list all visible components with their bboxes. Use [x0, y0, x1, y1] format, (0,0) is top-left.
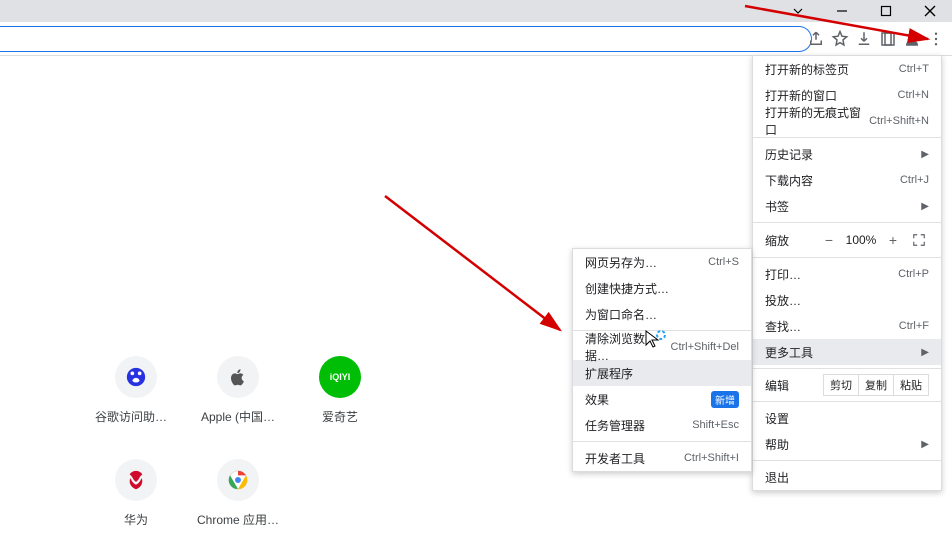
submenu-save-page[interactable]: 网页另存为…Ctrl+S — [573, 249, 751, 275]
reading-list-icon[interactable] — [878, 29, 898, 49]
shortcut-item[interactable]: 谷歌访问助手… — [100, 356, 172, 425]
shortcut-item[interactable]: iQIYI 爱奇艺 — [304, 356, 376, 425]
dropdown-v-button[interactable] — [776, 0, 820, 22]
shortcuts: 谷歌访问助手… Apple (中国… iQIYI 爱奇艺 华为 Chrome 应… — [100, 356, 376, 528]
zoom-out-button[interactable]: − — [817, 229, 841, 251]
shortcut-label: 谷歌访问助手… — [95, 408, 177, 425]
more-tools-submenu: 网页另存为…Ctrl+S 创建快捷方式… 为窗口命名… 清除浏览数据…Ctrl+… — [572, 248, 752, 472]
profile-avatar-icon[interactable] — [902, 29, 922, 49]
maximize-button[interactable] — [864, 0, 908, 22]
menu-help[interactable]: 帮助▶ — [753, 431, 941, 457]
minimize-button[interactable] — [820, 0, 864, 22]
menu-downloads[interactable]: 下载内容Ctrl+J — [753, 167, 941, 193]
edit-paste-button[interactable]: 粘贴 — [893, 374, 929, 396]
window-controls — [776, 0, 952, 22]
edit-copy-button[interactable]: 复制 — [858, 374, 893, 396]
menu-bookmarks[interactable]: 书签▶ — [753, 193, 941, 219]
shortcut-label: Chrome 应用… — [197, 511, 279, 528]
menu-edit: 编辑 剪切 复制 粘贴 — [753, 372, 941, 398]
close-button[interactable] — [908, 0, 952, 22]
menu-new-incognito[interactable]: 打开新的无痕式窗口Ctrl+Shift+N — [753, 108, 941, 134]
shortcut-item[interactable]: 华为 — [100, 459, 172, 528]
shortcut-row: 华为 Chrome 应用… — [100, 459, 376, 528]
menu-settings[interactable]: 设置 — [753, 405, 941, 431]
zoom-value: 100% — [841, 233, 881, 247]
submenu-extensions[interactable]: 扩展程序 — [573, 360, 751, 386]
bookmark-star-icon[interactable] — [830, 29, 850, 49]
toolbar-icons — [800, 22, 952, 56]
menu-history[interactable]: 历史记录▶ — [753, 141, 941, 167]
menu-zoom: 缩放 − 100% + — [753, 226, 941, 254]
menu-cast[interactable]: 投放… — [753, 287, 941, 313]
download-icon[interactable] — [854, 29, 874, 49]
shortcut-label: 爱奇艺 — [322, 408, 358, 425]
submenu-clear-data[interactable]: 清除浏览数据…Ctrl+Shift+Del — [573, 334, 751, 360]
shortcut-label: Apple (中国… — [201, 408, 275, 425]
submenu-devtools[interactable]: 开发者工具Ctrl+Shift+I — [573, 445, 751, 471]
menu-more-tools[interactable]: 更多工具▶ — [753, 339, 941, 365]
shortcut-item[interactable]: Apple (中国… — [202, 356, 274, 425]
menu-new-tab[interactable]: 打开新的标签页Ctrl+T — [753, 56, 941, 82]
chrome-main-menu: 打开新的标签页Ctrl+T 打开新的窗口Ctrl+N 打开新的无痕式窗口Ctrl… — [752, 55, 942, 491]
zoom-in-button[interactable]: + — [881, 229, 905, 251]
fullscreen-icon[interactable] — [909, 230, 929, 250]
menu-print[interactable]: 打印…Ctrl+P — [753, 261, 941, 287]
submenu-task-manager[interactable]: 任务管理器Shift+Esc — [573, 412, 751, 438]
menu-find[interactable]: 查找…Ctrl+F — [753, 313, 941, 339]
share-icon[interactable] — [806, 29, 826, 49]
submenu-name-window[interactable]: 为窗口命名… — [573, 301, 751, 327]
shortcut-item[interactable]: Chrome 应用… — [202, 459, 274, 528]
submenu-effects[interactable]: 效果新增 — [573, 386, 751, 412]
shortcut-row: 谷歌访问助手… Apple (中国… iQIYI 爱奇艺 — [100, 356, 376, 425]
menu-exit[interactable]: 退出 — [753, 464, 941, 490]
kebab-menu-icon[interactable] — [926, 29, 946, 49]
address-bar[interactable] — [0, 26, 812, 52]
submenu-create-shortcut[interactable]: 创建快捷方式… — [573, 275, 751, 301]
edit-cut-button[interactable]: 剪切 — [823, 374, 858, 396]
shortcut-label: 华为 — [124, 511, 148, 528]
